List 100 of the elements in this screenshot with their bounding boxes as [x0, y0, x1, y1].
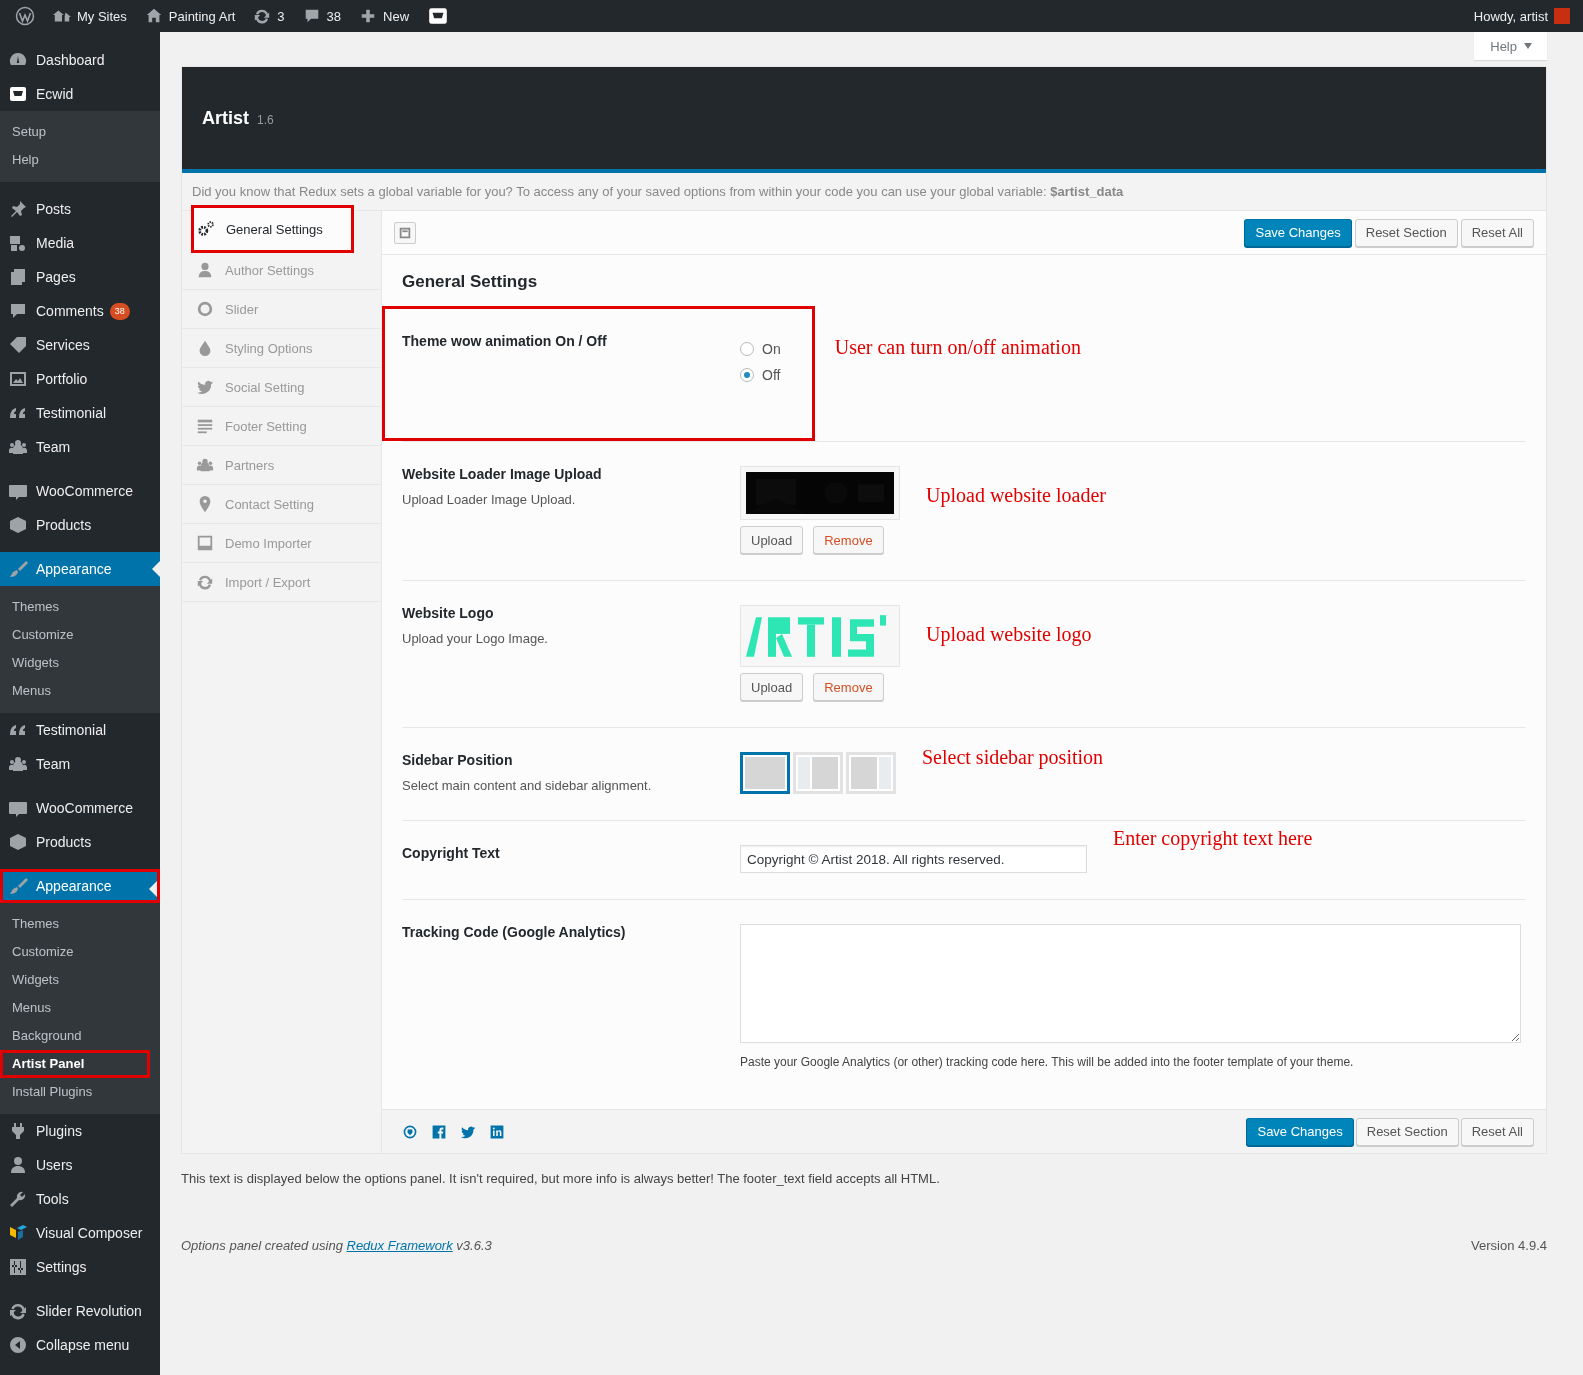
radio-option[interactable]: On [740, 341, 781, 357]
menu-item[interactable]: Media [0, 226, 160, 260]
submenu-item[interactable]: Artist Panel [0, 1050, 150, 1078]
menu-item[interactable]: Users [0, 1148, 160, 1182]
menu-item[interactable]: Posts [0, 192, 160, 226]
field-label: Tracking Code (Google Analytics) [402, 924, 627, 940]
field-label: Theme wow animation On / Off [402, 333, 608, 349]
people-icon [8, 754, 28, 774]
box-icon [8, 832, 28, 852]
brush-icon [8, 876, 28, 896]
refresh-icon [253, 7, 272, 25]
submenu-item[interactable]: Widgets [0, 966, 160, 994]
count-badge: 38 [109, 302, 130, 320]
menu-item[interactable]: Portfolio [0, 362, 160, 396]
website-link[interactable] [402, 1123, 418, 1140]
menu-item[interactable]: Team [0, 430, 160, 464]
reset-button[interactable]: Reset All [1460, 218, 1534, 247]
menu-item[interactable]: Slider Revolution [0, 1294, 160, 1328]
brush-icon [8, 559, 28, 579]
menu-item[interactable]: Testimonial [0, 396, 160, 430]
submenu-item[interactable]: Customize [0, 621, 160, 649]
tracking-code-field[interactable] [740, 924, 1521, 1043]
layout-option[interactable] [740, 752, 790, 794]
menu-item[interactable]: Visual Composer [0, 1216, 160, 1250]
bird-icon [196, 378, 214, 396]
linkedin-icon [489, 1123, 505, 1140]
new-content-link[interactable]: New [350, 0, 419, 32]
facebook-icon [431, 1123, 447, 1140]
menu-item[interactable]: Products [0, 825, 160, 859]
reset-button[interactable]: Upload [740, 673, 804, 701]
menu-item[interactable]: Pages [0, 260, 160, 294]
radio-button[interactable] [740, 342, 754, 356]
refresh-icon [8, 1301, 28, 1321]
remove-button[interactable]: Remove [813, 673, 884, 701]
menu-item[interactable]: Products [0, 508, 160, 542]
reset-button[interactable]: Reset Section [1355, 1117, 1459, 1146]
help-tab[interactable]: Help [1474, 32, 1547, 60]
framework-link[interactable]: Redux Framework [346, 1238, 453, 1253]
gears-icon [197, 220, 215, 238]
copyright-field[interactable]: Copyright © Artist 2018. All rights reserved. [740, 845, 1087, 873]
menu-item[interactable]: Plugins [0, 1114, 160, 1148]
menu-item[interactable]: Collapse menu [0, 1328, 160, 1362]
credits-text: Options panel created using Redux Framework v3.6.3 [181, 1238, 492, 1253]
submenu-item[interactable]: Menus [0, 677, 160, 705]
submenu-item[interactable]: Menus [0, 994, 160, 1022]
submenu-item[interactable]: Customize [0, 938, 160, 966]
cart-icon [427, 5, 450, 27]
annotation-text: Enter copyright text here [1113, 827, 1313, 850]
lines-icon [196, 417, 214, 435]
reset-button[interactable]: Reset All [1460, 1117, 1534, 1146]
menu-item[interactable]: Comments 38 [0, 294, 160, 328]
account-link[interactable]: Howdy, artist [1464, 0, 1579, 32]
field-label: Copyright Text [402, 845, 501, 861]
submenu-item[interactable]: Setup [0, 118, 160, 146]
user-icon [196, 261, 214, 279]
people-icon [196, 456, 214, 474]
radio-button[interactable] [740, 368, 754, 382]
menu-item[interactable]: Team [0, 747, 160, 781]
menu-item[interactable]: Testimonial [0, 713, 160, 747]
sliders-icon [8, 1257, 28, 1277]
settings-tab[interactable]: General Settings [191, 205, 354, 253]
facebook-link[interactable] [431, 1123, 447, 1140]
linkedin-link[interactable] [489, 1123, 505, 1140]
menu-item[interactable]: Ecwid [0, 77, 160, 111]
comments-link[interactable]: 38 [293, 0, 351, 32]
menu-item[interactable]: Tools [0, 1182, 160, 1216]
reset-button[interactable]: Upload [740, 526, 804, 554]
cubes-icon [8, 1223, 28, 1243]
annotation-text: User can turn on/off animation [834, 336, 1081, 359]
panel-title: Artist [202, 107, 249, 129]
field-description: Upload Loader Image Upload. [402, 492, 577, 507]
submenu-item[interactable]: Widgets [0, 649, 160, 677]
updates-link[interactable]: 3 [244, 0, 294, 32]
panel-icon [398, 225, 412, 240]
menu-item[interactable]: Appearance [0, 552, 160, 586]
save-button[interactable]: Save Changes [1244, 218, 1352, 247]
save-button[interactable]: Save Changes [1246, 1117, 1354, 1146]
submenu-item[interactable]: Help [0, 146, 160, 174]
submenu-item[interactable]: Install Plugins [0, 1078, 160, 1106]
box-icon [8, 515, 28, 535]
remove-button[interactable]: Remove [813, 526, 884, 554]
notice-text: Did you know that Redux sets a global variable for you? To access any of your saved options from within your code you can use your global variable: $artist_data [182, 173, 1546, 211]
submenu-item[interactable]: Background [0, 1022, 160, 1050]
pages-icon [8, 267, 28, 287]
menu-item[interactable]: Settings [0, 1250, 160, 1284]
menu-item[interactable]: Services [0, 328, 160, 362]
radio-option[interactable]: Off [740, 367, 781, 383]
reset-button[interactable]: Reset Section [1354, 218, 1458, 247]
menu-item[interactable]: Appearance [0, 869, 160, 903]
logo-icon [15, 6, 35, 26]
submenu-item[interactable]: Themes [0, 593, 160, 621]
expand-button[interactable] [394, 221, 416, 244]
people-icon [8, 437, 28, 457]
site-name-link[interactable]: Painting Art [135, 0, 245, 32]
menu-item[interactable]: WooCommerce [0, 791, 160, 825]
submenu-item[interactable]: Themes [0, 910, 160, 938]
menu-item[interactable]: WooCommerce [0, 474, 160, 508]
version-label: 1.6 [257, 112, 274, 127]
menu-item[interactable]: Dashboard [0, 43, 160, 77]
my-sites-link[interactable]: My Sites [44, 0, 136, 32]
